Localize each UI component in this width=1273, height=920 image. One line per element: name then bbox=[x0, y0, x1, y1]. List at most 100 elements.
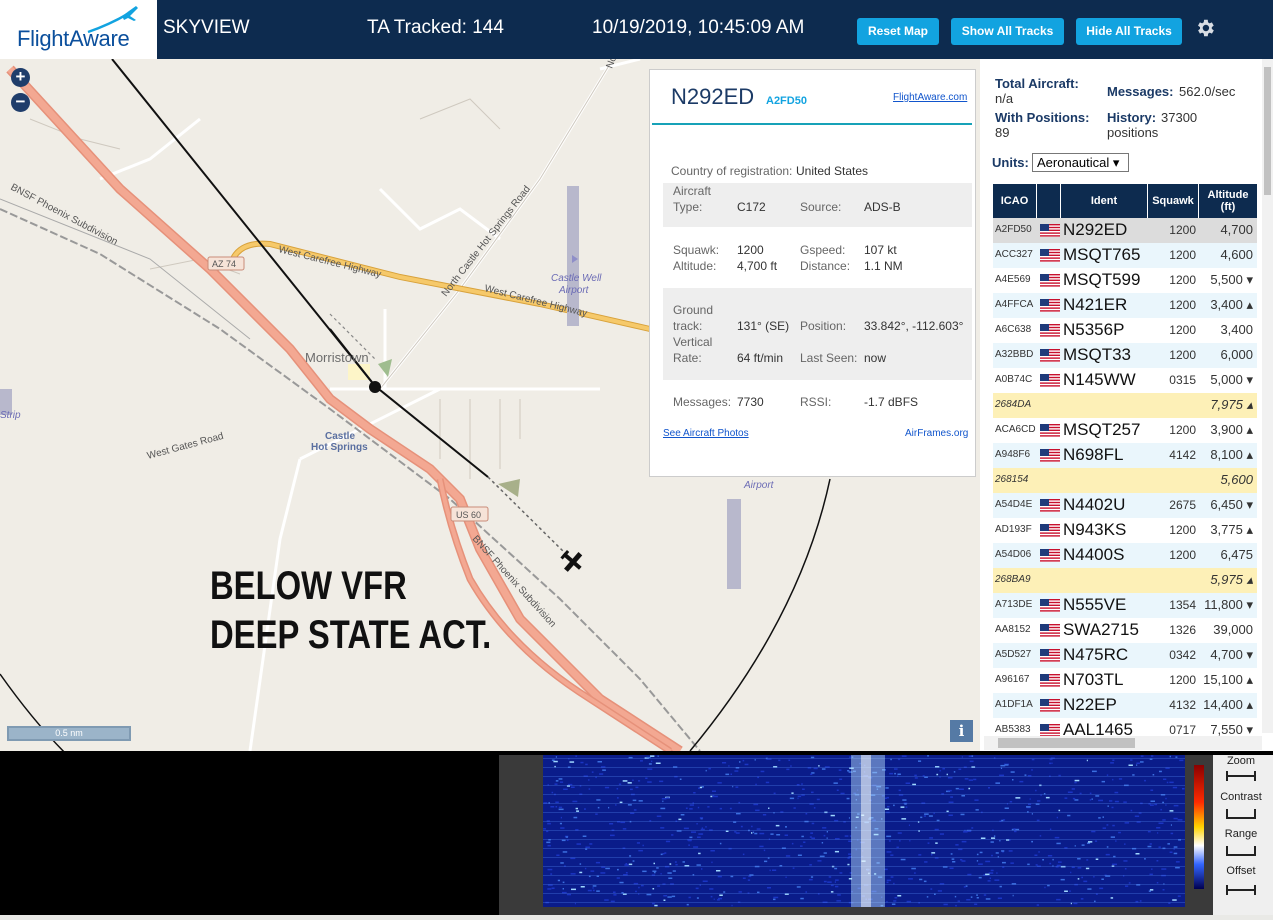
row-flag bbox=[1037, 543, 1061, 567]
castle-well-label: Castle Well bbox=[551, 273, 602, 284]
table-row[interactable]: 2684DA 7,975 ▴ bbox=[993, 393, 1257, 418]
table-row[interactable]: A713DE N555VE 1354 11,800 ▾ bbox=[993, 593, 1257, 618]
zoom-slider[interactable] bbox=[1225, 769, 1257, 783]
range-slider[interactable] bbox=[1225, 844, 1257, 858]
row-squawk bbox=[1148, 468, 1198, 492]
messages-label: Messages: bbox=[673, 395, 732, 409]
table-row[interactable]: A32BBD MSQT33 1200 6,000 bbox=[993, 343, 1257, 368]
table-row[interactable]: AB5383 AAL1465 0717 7,550 ▾ bbox=[993, 718, 1257, 738]
row-ident: N943KS bbox=[1063, 520, 1127, 539]
row-flag bbox=[1037, 368, 1061, 392]
row-flag bbox=[1037, 468, 1061, 492]
row-ident: MSQT257 bbox=[1063, 420, 1141, 439]
row-flag bbox=[1037, 643, 1061, 667]
with-positions-value: 89 bbox=[995, 125, 1010, 140]
row-ident: N421ER bbox=[1063, 295, 1128, 314]
flightaware-link[interactable]: FlightAware.com bbox=[893, 92, 967, 103]
row-altitude: 11,800 ▾ bbox=[1204, 597, 1253, 612]
us-flag-icon bbox=[1040, 699, 1060, 712]
table-row[interactable]: A6C638 N5356P 1200 3,400 bbox=[993, 318, 1257, 343]
zoom-out-button[interactable]: − bbox=[11, 93, 30, 112]
row-flag bbox=[1037, 318, 1061, 342]
row-icao: 268BA9 bbox=[995, 574, 1031, 585]
col-ident[interactable]: Ident bbox=[1061, 184, 1147, 218]
row-icao: A54D06 bbox=[995, 549, 1032, 560]
table-row[interactable]: A54D06 N4400S 1200 6,475 bbox=[993, 543, 1257, 568]
hide-all-tracks-button[interactable]: Hide All Tracks bbox=[1076, 18, 1182, 45]
col-icao[interactable]: ICAO bbox=[993, 184, 1036, 218]
logo-wordmark: FlightAware bbox=[17, 26, 130, 51]
table-row[interactable]: 268BA9 5,975 ▴ bbox=[993, 568, 1257, 593]
row-icao: 2684DA bbox=[995, 399, 1032, 410]
gear-icon[interactable] bbox=[1194, 16, 1216, 40]
aircraft-photos-link[interactable]: See Aircraft Photos bbox=[663, 428, 749, 439]
col-altitude[interactable]: Altitude (ft) bbox=[1199, 184, 1257, 218]
row-icao: ACA6CD bbox=[995, 424, 1036, 435]
table-row[interactable]: AD193F N943KS 1200 3,775 ▴ bbox=[993, 518, 1257, 543]
col-squawk[interactable]: Squawk bbox=[1148, 184, 1198, 218]
row-icao: A948F6 bbox=[995, 449, 1031, 460]
row-altitude: 8,100 ▴ bbox=[1210, 447, 1253, 462]
show-all-tracks-button[interactable]: Show All Tracks bbox=[951, 18, 1064, 45]
table-row[interactable]: AA8152 SWA2715 1326 39,000 bbox=[993, 618, 1257, 643]
row-ident bbox=[1061, 568, 1148, 592]
reset-map-button[interactable]: Reset Map bbox=[857, 18, 939, 45]
popup-divider bbox=[652, 123, 972, 125]
row-altitude: 14,400 ▴ bbox=[1203, 697, 1253, 712]
info-button[interactable]: i bbox=[950, 720, 973, 742]
horizontal-scrollbar[interactable] bbox=[984, 736, 1262, 750]
airport-label-2: Airport bbox=[743, 480, 775, 491]
row-altitude: 5,000 ▾ bbox=[1210, 372, 1253, 387]
table-row[interactable]: 268154 5,600 bbox=[993, 468, 1257, 493]
row-squawk: 1200 bbox=[1169, 223, 1196, 237]
row-flag bbox=[1037, 268, 1061, 292]
overlay-line-1: BELOW VFR bbox=[210, 564, 407, 608]
source-label: Source: bbox=[800, 200, 842, 214]
table-row[interactable]: ACA6CD MSQT257 1200 3,900 ▴ bbox=[993, 418, 1257, 443]
flightaware-logo[interactable]: FlightAware bbox=[0, 0, 157, 59]
waterfall-display[interactable] bbox=[499, 755, 1273, 915]
waterfall-controls: Zoom Contrast Range Offset bbox=[1213, 755, 1273, 915]
track-label: track: bbox=[673, 319, 703, 333]
map-canvas[interactable]: BNSF Phoenix Subdivision BNSF Phoenix Su… bbox=[0, 59, 980, 751]
airframes-link[interactable]: AirFrames.org bbox=[905, 428, 968, 439]
us-flag-icon bbox=[1040, 249, 1060, 262]
table-row[interactable]: A96167 N703TL 1200 15,100 ▴ bbox=[993, 668, 1257, 693]
row-altitude: 6,000 bbox=[1220, 347, 1253, 362]
units-select[interactable]: Aeronautical ▾ bbox=[1032, 153, 1129, 172]
row-icao: 268154 bbox=[995, 474, 1029, 485]
messages-rate-value: 562.0/sec bbox=[1179, 84, 1236, 99]
altitude-value: 4,700 ft bbox=[737, 259, 778, 273]
us-flag-icon bbox=[1040, 424, 1060, 437]
table-row[interactable]: ACC327 MSQT765 1200 4,600 bbox=[993, 243, 1257, 268]
castle-road-label: North Castle Hot Springs Road bbox=[440, 184, 533, 299]
table-row[interactable]: A5D527 N475RC 0342 4,700 ▾ bbox=[993, 643, 1257, 668]
row-icao: A713DE bbox=[995, 599, 1033, 610]
row-ident: N145WW bbox=[1063, 370, 1136, 389]
total-aircraft-label: Total Aircraft: bbox=[995, 76, 1079, 91]
row-ident: N475RC bbox=[1063, 645, 1129, 664]
row-squawk bbox=[1148, 568, 1198, 592]
row-icao: A6C638 bbox=[995, 324, 1032, 335]
table-row[interactable]: A948F6 N698FL 4142 8,100 ▴ bbox=[993, 443, 1257, 468]
us-flag-icon bbox=[1040, 324, 1060, 337]
zoom-in-button[interactable]: + bbox=[11, 68, 30, 87]
last-seen-value: now bbox=[864, 351, 887, 365]
contrast-slider[interactable] bbox=[1225, 807, 1257, 821]
table-row[interactable]: A54D4E N4402U 2675 6,450 ▾ bbox=[993, 493, 1257, 518]
country-label: Country of registration: bbox=[671, 164, 793, 178]
table-row[interactable]: A0B74C N145WW 0315 5,000 ▾ bbox=[993, 368, 1257, 393]
us-flag-icon bbox=[1040, 349, 1060, 362]
row-ident: MSQT765 bbox=[1063, 245, 1141, 264]
row-squawk: 1200 bbox=[1169, 323, 1196, 337]
offset-slider[interactable] bbox=[1225, 883, 1257, 897]
table-row[interactable]: A1DF1A N22EP 4132 14,400 ▴ bbox=[993, 693, 1257, 718]
ground-label: Ground bbox=[673, 303, 714, 317]
table-row[interactable]: A4E569 MSQT599 1200 5,500 ▾ bbox=[993, 268, 1257, 293]
table-row[interactable]: A2FD50 N292ED 1200 4,700 bbox=[993, 218, 1257, 243]
col-flag[interactable] bbox=[1037, 184, 1060, 218]
vertical-scrollbar[interactable] bbox=[1262, 59, 1273, 733]
row-squawk: 2675 bbox=[1169, 498, 1196, 512]
row-squawk: 1200 bbox=[1169, 248, 1196, 262]
table-row[interactable]: A4FFCA N421ER 1200 3,400 ▴ bbox=[993, 293, 1257, 318]
